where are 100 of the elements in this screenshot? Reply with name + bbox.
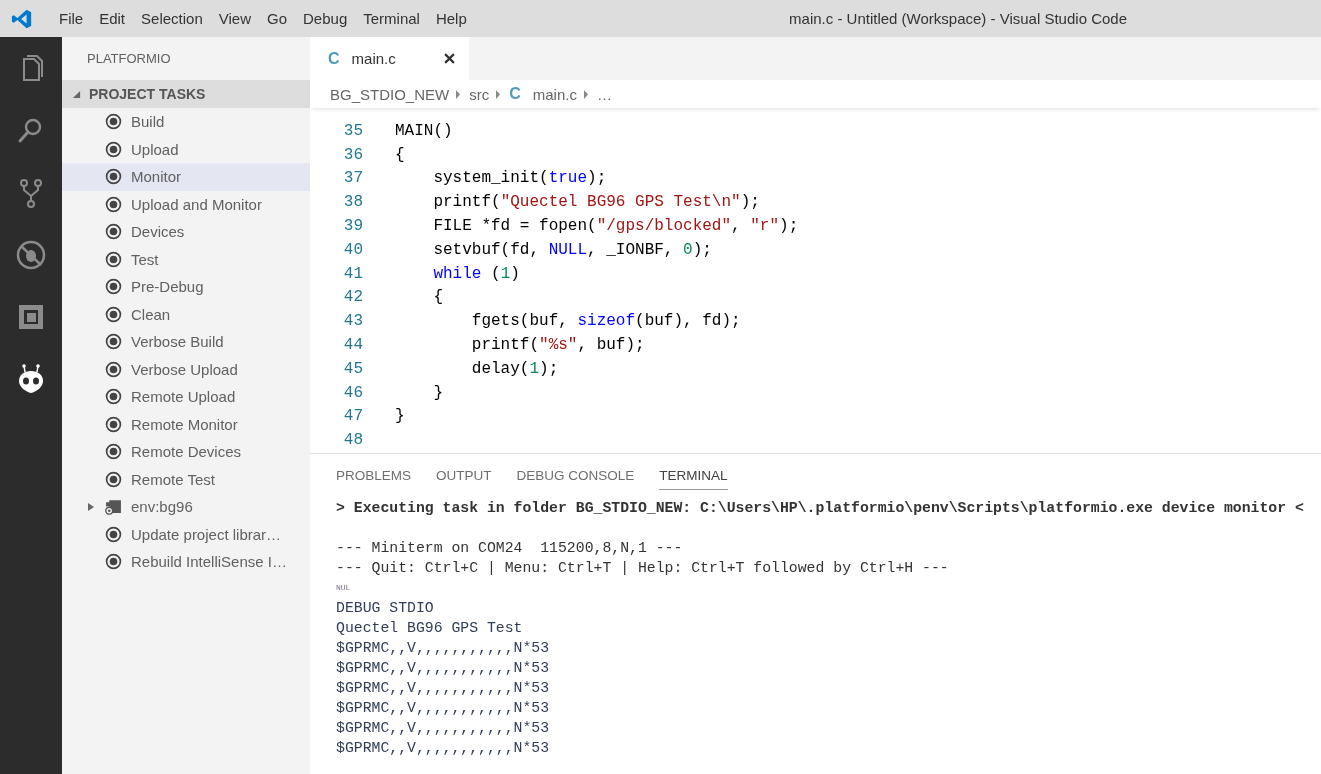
target-icon (105, 443, 122, 461)
line-number: 45 (342, 359, 363, 378)
breadcrumb-item[interactable]: main.c (532, 85, 577, 103)
terminal-line: DEBUG STDIO (336, 600, 434, 616)
editor-tab[interactable]: C main.c (310, 37, 469, 80)
window-title: main.c - Untitled (Workspace) - Visual Studio Code (789, 10, 1127, 27)
task-item[interactable]: Remote Upload (62, 383, 310, 411)
line-number: 46 (342, 383, 363, 402)
target-icon (105, 195, 122, 213)
line-number: 36 (342, 145, 363, 164)
target-icon (105, 388, 122, 406)
chevron-icon (495, 89, 502, 99)
target-icon (105, 360, 122, 378)
code-line: while (1) (432, 264, 520, 283)
line-number: 35 (342, 121, 363, 140)
folder-gear-icon (105, 498, 122, 516)
code-line: FILE *fd = fopen("/gps/blocked", "r"); (432, 217, 799, 236)
task-item[interactable]: Remote Test (62, 465, 310, 493)
code-line: printf("Quectel BG96 GPS Test\n"); (432, 193, 760, 212)
code-line: setvbuf(fd, NULL, _IONBF, 0); (432, 240, 712, 259)
task-item[interactable]: Verbose Upload (62, 355, 310, 383)
chevron-icon (582, 89, 589, 99)
menu-item[interactable]: Terminal (355, 6, 428, 31)
menu-item[interactable]: File (51, 6, 92, 31)
line-number: 44 (342, 336, 363, 355)
task-item[interactable]: Remote Devices (62, 438, 310, 466)
code-line: MAIN() (395, 121, 453, 140)
task-item[interactable]: Rebuild IntelliSense I… (62, 548, 310, 576)
terminal-line: $GPRMC,,V,,,,,,,,,,,N*53 (336, 740, 550, 756)
terminal-line: $GPRMC,,V,,,,,,,,,,,N*53 (336, 640, 550, 656)
breadcrumb-item[interactable]: src (469, 85, 490, 103)
panel-tab[interactable]: PROBLEMS (336, 462, 412, 490)
target-icon (105, 305, 122, 323)
chevron-icon (455, 89, 462, 99)
target-icon (105, 525, 122, 543)
target-icon (105, 168, 122, 186)
close-icon[interactable] (443, 53, 455, 64)
line-number: 43 (342, 312, 363, 331)
code-line: { (432, 288, 443, 307)
panel-tab[interactable]: OUTPUT (436, 462, 492, 490)
panel-tab[interactable]: DEBUG CONSOLE (516, 462, 635, 490)
vscode-logo-icon (11, 7, 33, 30)
code-line: } (432, 383, 443, 402)
control-character: NUL (336, 583, 351, 592)
target-icon (105, 415, 122, 433)
target-icon (105, 278, 122, 296)
line-number: 40 (342, 240, 363, 259)
menu-item[interactable]: View (210, 6, 259, 31)
expanded-caret-icon[interactable] (72, 89, 81, 99)
target-icon (105, 223, 122, 241)
terminal-line: $GPRMC,,V,,,,,,,,,,,N*53 (336, 700, 550, 716)
line-number: 47 (342, 407, 363, 426)
terminal-line: $GPRMC,,V,,,,,,,,,,,N*53 (336, 720, 550, 736)
code-line: { (395, 145, 405, 164)
terminal-line: --- Miniterm on COM24 115200,8,N,1 --- (336, 540, 683, 556)
terminal-line: $GPRMC,,V,,,,,,,,,,,N*53 (336, 680, 550, 696)
line-number: 38 (342, 193, 363, 212)
task-item[interactable]: Devices (62, 218, 310, 246)
code-line: printf("%s", buf); (470, 336, 645, 355)
task-item[interactable]: Verbose Build (62, 328, 310, 356)
c-file-icon: C (328, 49, 340, 68)
task-item[interactable]: Update project librar… (62, 520, 310, 548)
menu-item[interactable]: Debug (295, 6, 356, 31)
task-item[interactable]: Pre-Debug (62, 273, 310, 301)
task-item[interactable]: env:bg96 (62, 493, 310, 521)
target-icon (105, 250, 122, 268)
menu-item[interactable]: Selection (133, 6, 211, 31)
line-number: 41 (342, 264, 363, 283)
task-item[interactable]: Test (62, 245, 310, 273)
target-icon (105, 333, 122, 351)
terminal-line: --- Quit: Ctrl+C | Menu: Ctrl+T | Help: Ctrl+T followed by Ctrl+H --- (336, 560, 949, 576)
menu-item[interactable]: Edit (91, 6, 134, 31)
task-item[interactable]: Remote Monitor (62, 410, 310, 438)
task-item[interactable]: Upload (62, 135, 310, 163)
line-number: 42 (342, 288, 363, 307)
target-icon (105, 553, 122, 571)
collapsed-caret-icon[interactable] (87, 501, 95, 512)
code-line: fgets(buf, sizeof(buf), fd); (470, 312, 741, 331)
task-item[interactable]: Build (62, 108, 310, 136)
task-item[interactable]: Monitor (62, 163, 310, 191)
terminal-line: Quectel BG96 GPS Test (336, 620, 523, 636)
menu-item[interactable]: Go (259, 6, 295, 31)
breadcrumb-item[interactable]: … (596, 85, 612, 103)
target-icon (105, 140, 122, 158)
task-item[interactable]: Clean (62, 300, 310, 328)
code-line: } (395, 407, 405, 426)
no-bug-icon[interactable] (15, 239, 47, 271)
terminal-line: $GPRMC,,V,,,,,,,,,,,N*53 (336, 660, 550, 676)
breadcrumb-item[interactable]: BG_STDIO_NEW (330, 85, 450, 103)
sidebar-title: PLATFORMIO (87, 51, 171, 66)
panel-tab[interactable]: TERMINAL (659, 462, 728, 490)
terminal-line: > Executing task in folder BG_STDIO_NEW: C:\Users\HP\.platformio\penv\Scripts\platformio.exe device monitor < (336, 500, 1304, 516)
code-line: delay(1); (470, 359, 559, 378)
target-icon (105, 470, 122, 488)
task-item[interactable]: Upload and Monitor (62, 190, 310, 218)
line-number: 39 (342, 217, 363, 236)
c-file-icon: C (509, 85, 521, 103)
menu-item[interactable]: Help (427, 6, 475, 31)
line-number: 48 (342, 431, 363, 450)
line-number: 37 (342, 169, 363, 188)
